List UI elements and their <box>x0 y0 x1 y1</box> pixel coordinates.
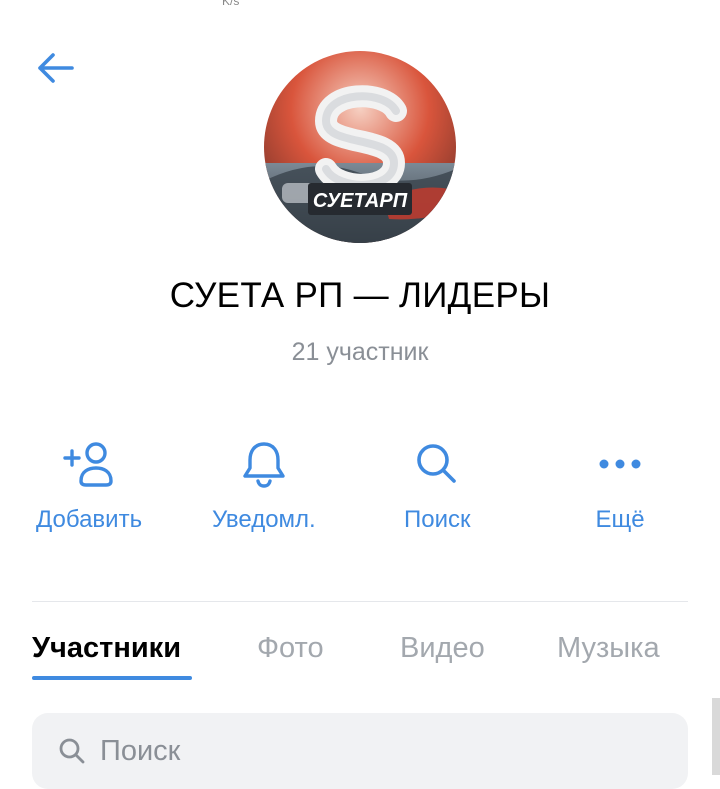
bell-icon <box>243 442 285 488</box>
add-member-button[interactable]: Добавить <box>36 436 142 534</box>
tab-photo[interactable]: Фото <box>257 632 324 665</box>
tab-video[interactable]: Видео <box>400 632 485 665</box>
back-button[interactable] <box>34 48 78 88</box>
divider <box>32 601 688 602</box>
search-icon <box>417 444 457 483</box>
search-button[interactable]: Поиск <box>404 436 471 534</box>
members-count: 21 участник <box>291 338 429 366</box>
notifications-label: Уведомл. <box>212 506 316 533</box>
avatar[interactable]: СУЕТАРП <box>264 51 456 243</box>
tab-members[interactable]: Участники <box>32 632 181 665</box>
more-label: Ещё <box>595 506 645 533</box>
tab-music[interactable]: Музыка <box>557 632 660 665</box>
more-button[interactable]: Ещё <box>592 436 648 534</box>
avatar-logo-text: СУЕТАРП <box>313 190 408 212</box>
status-speed: K/s <box>222 0 240 8</box>
more-dots-icon <box>599 459 641 469</box>
search-placeholder: Поиск <box>100 734 181 767</box>
active-tab-indicator <box>32 676 192 680</box>
members-search-input[interactable]: Поиск <box>32 713 688 789</box>
page-title: СУЕТА РП — ЛИДЕРЫ <box>169 276 551 315</box>
notifications-button[interactable]: Уведомл. <box>212 436 316 534</box>
add-member-label: Добавить <box>36 506 143 533</box>
scrollbar[interactable] <box>712 698 720 775</box>
search-icon <box>59 738 85 764</box>
search-label: Поиск <box>404 506 471 533</box>
add-user-icon <box>63 442 113 487</box>
arrow-left-icon <box>38 53 74 83</box>
